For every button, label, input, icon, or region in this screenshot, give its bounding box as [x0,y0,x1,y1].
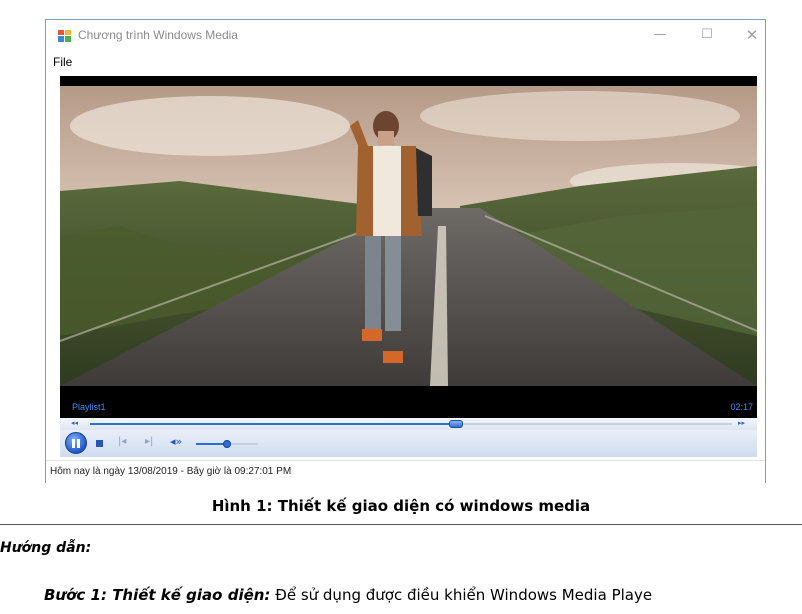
minimize-button[interactable]: — [643,24,677,46]
step-1-label: Bước 1: Thiết kế giao diện: [44,586,271,604]
menu-bar: File [46,51,765,73]
seek-thumb[interactable] [448,420,463,428]
divider [0,524,802,525]
seek-progress [90,423,456,425]
video-frame[interactable] [60,86,757,386]
transport-controls: |◂ ▸| ◂» [60,430,757,457]
stop-button[interactable] [96,440,103,447]
app-window: Chương trình Windows Media — ☐ ✕ File Pl… [45,19,766,484]
menu-item-file[interactable]: File [53,55,72,69]
seek-bar-row: ◂◂ ▸▸ [60,418,757,430]
status-text: Hôm nay là ngày 13/08/2019 - Bây giờ là … [50,466,292,477]
title-bar[interactable]: Chương trình Windows Media — ☐ ✕ [46,20,765,51]
volume-thumb[interactable] [223,440,231,448]
previous-icon[interactable]: |◂ [118,436,126,447]
next-icon[interactable]: ▸| [145,436,153,447]
close-button[interactable]: ✕ [735,24,769,46]
volume-icon[interactable]: ◂» [170,435,182,448]
playlist-label: Playlist1 [72,402,106,412]
time-readout: 02:17 [730,402,753,412]
fast-forward-icon[interactable]: ▸▸ [738,419,745,427]
maximize-button[interactable]: ☐ [690,24,724,46]
figure-caption: Hình 1: Thiết kế giao diện có windows me… [211,497,591,515]
status-bar: Hôm nay là ngày 13/08/2019 - Bây giờ là … [46,460,765,484]
window-title: Chương trình Windows Media [78,28,238,42]
step-1-paragraph: Bước 1: Thiết kế giao diện: Để sử dụng đ… [44,586,652,604]
guide-heading: Hướng dẫn: [0,540,92,556]
volume-slider[interactable] [196,440,258,448]
rewind-icon[interactable]: ◂◂ [71,419,78,427]
now-playing-bar: Playlist1 02:17 [60,386,757,418]
media-player[interactable]: Playlist1 02:17 ◂◂ ▸▸ |◂ ▸| ◂» [60,76,757,457]
pause-button[interactable] [65,432,87,454]
step-1-text: Để sử dụng được điều khiển Windows Media… [270,586,653,604]
app-icon [58,30,71,42]
seek-slider[interactable] [90,420,732,428]
